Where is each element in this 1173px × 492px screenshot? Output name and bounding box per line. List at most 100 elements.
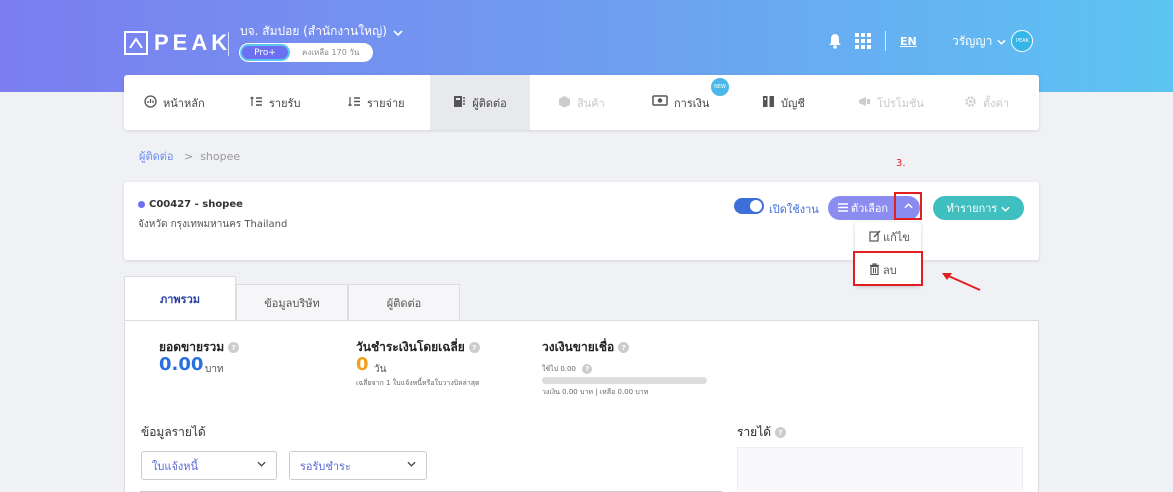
company-name: บจ. สัมปอย (สำนักงานใหญ่) xyxy=(240,24,387,38)
delete-highlight: ลบ xyxy=(853,251,923,286)
revenue-label: รายได้ ? xyxy=(737,423,787,442)
new-badge: NEW xyxy=(711,78,729,96)
nav-item-expense[interactable]: รายจ่าย xyxy=(348,75,405,130)
menu-item-edit[interactable]: แก้ไข xyxy=(869,228,910,246)
breadcrumb-current: shopee xyxy=(200,150,241,163)
menu-item-label: แก้ไข xyxy=(883,231,910,244)
help-icon[interactable]: ? xyxy=(228,342,240,353)
peak-logo[interactable]: PEAK xyxy=(124,30,231,56)
avg-days-value: 0 xyxy=(356,354,369,375)
days-left: คงเหลือ 170 วัน xyxy=(302,48,360,57)
user-menu[interactable]: วรัญญา PEAK xyxy=(952,30,1034,52)
payment-status-select[interactable]: รอรับชำระ xyxy=(289,451,427,480)
avg-days-unit: วัน xyxy=(374,364,387,375)
chevron-down-icon xyxy=(257,460,266,470)
logo-text: PEAK xyxy=(154,30,232,55)
document-type-select[interactable]: ใบแจ้งหนี้ xyxy=(141,451,277,480)
menu-item-label: ลบ xyxy=(883,264,897,277)
nav-label: หน้าหลัก xyxy=(163,96,205,110)
help-icon[interactable]: ? xyxy=(468,342,480,353)
contact-title: C00427 - shopee xyxy=(138,199,243,210)
total-sales-unit: บาท xyxy=(205,364,224,375)
book-icon xyxy=(762,95,775,111)
options-label: ตัวเลือก xyxy=(851,202,889,215)
chevron-down-icon xyxy=(407,460,416,470)
credit-progress-bar xyxy=(542,377,707,384)
action-label: ทำรายการ xyxy=(946,202,998,215)
nav-item-contacts[interactable]: ผู้ติดต่อ xyxy=(430,75,530,130)
breadcrumb: ผู้ติดต่อ > shopee xyxy=(139,147,240,165)
contacts-icon xyxy=(453,95,466,111)
dashboard-icon xyxy=(144,94,157,111)
nav-item-income[interactable]: รายรับ xyxy=(250,75,300,130)
active-toggle[interactable] xyxy=(734,198,764,214)
nav-item-settings[interactable]: ตั้งค่า xyxy=(964,75,1009,130)
company-selector[interactable]: บจ. สัมปอย (สำนักงานใหญ่) xyxy=(240,22,403,41)
income-section-title: ข้อมูลรายได้ xyxy=(141,425,206,439)
plan-badge: Pro+ xyxy=(240,44,290,61)
avatar: PEAK xyxy=(1011,30,1034,52)
user-name: วรัญญา xyxy=(952,33,993,48)
active-toggle-label: เปิดใช้งาน xyxy=(769,203,819,216)
credit-used: ใช้ไป 0.00 ? xyxy=(542,364,593,375)
nav-item-home[interactable]: หน้าหลัก xyxy=(144,75,205,130)
credit-note: วงเงิน 0.00 บาท | เหลือ 0.00 บาท xyxy=(542,388,649,396)
nav-label: ตั้งค่า xyxy=(983,96,1010,110)
trash-icon xyxy=(869,262,880,278)
stat-title: รายได้ xyxy=(737,425,772,439)
product-icon xyxy=(558,95,571,111)
breadcrumb-parent[interactable]: ผู้ติดต่อ xyxy=(139,150,173,163)
select-value: รอรับชำระ xyxy=(300,459,351,473)
breadcrumb-sep: > xyxy=(183,150,194,163)
avg-days-note: เฉลี่ยจาก 1 ใบแจ้งหนี้หรือใบวางบิลล่าสุด xyxy=(356,379,480,387)
select-value: ใบแจ้งหนี้ xyxy=(152,459,199,473)
menu-icon xyxy=(838,202,848,215)
tab-contacts[interactable]: ผู้ติดต่อ xyxy=(348,284,460,321)
options-toggle-highlight[interactable] xyxy=(894,192,922,220)
help-icon[interactable]: ? xyxy=(582,364,593,374)
pointer-arrow-icon xyxy=(938,268,984,298)
nav-item-promotions[interactable]: โปรโมชั่น xyxy=(858,75,924,130)
edit-icon xyxy=(869,230,881,245)
status-dot xyxy=(138,201,145,208)
revenue-chart-area xyxy=(737,447,1023,492)
menu-item-delete[interactable]: ลบ xyxy=(869,261,897,279)
step-annotation: 3. xyxy=(896,158,906,169)
logo-mark-icon xyxy=(124,31,148,55)
stat-title: วันชำระเงินโดยเฉลี่ย xyxy=(356,340,465,354)
main-nav: หน้าหลัก รายรับ รายจ่าย ผู้ติดต่อ สินค้า… xyxy=(124,75,1039,130)
apps-grid-icon[interactable] xyxy=(855,30,871,52)
nav-label: ผู้ติดต่อ xyxy=(472,96,507,110)
expense-icon xyxy=(348,95,361,111)
options-dropdown: แก้ไข ลบ xyxy=(853,222,923,286)
plan-pill: Pro+ คงเหลือ 170 วัน xyxy=(239,43,373,62)
tab-overview[interactable]: ภาพรวม xyxy=(124,276,236,321)
contact-address: จังหวัด กรุงเทพมหานคร Thailand xyxy=(138,219,288,230)
language-switch[interactable]: EN xyxy=(900,30,917,52)
nav-item-finance[interactable]: การเงิน xyxy=(652,75,709,130)
income-icon xyxy=(250,95,263,111)
nav-label: การเงิน xyxy=(674,96,710,110)
bell-icon[interactable] xyxy=(828,30,842,52)
nav-label: บัญชี xyxy=(781,96,805,110)
avg-days-label: วันชำระเงินโดยเฉลี่ย ? xyxy=(356,338,480,357)
overview-panel: ยอดขายรวม ? 0.00 บาท วันชำระเงินโดยเฉลี่… xyxy=(124,320,1039,492)
money-icon xyxy=(652,95,668,110)
nav-item-products[interactable]: สินค้า xyxy=(558,75,605,130)
action-button[interactable]: ทำรายการ xyxy=(933,196,1024,220)
contact-code-name: C00427 - shopee xyxy=(149,199,243,210)
header-divider-2 xyxy=(885,31,886,51)
chevron-down-icon xyxy=(393,25,403,39)
total-sales-value: 0.00 xyxy=(159,354,204,375)
credit-used-text: ใช้ไป 0.00 xyxy=(542,365,576,373)
credit-label: วงเงินขายเชื่อ ? xyxy=(542,338,630,357)
help-icon[interactable]: ? xyxy=(775,427,787,438)
tab-company-info[interactable]: ข้อมูลบริษัท xyxy=(236,284,348,321)
nav-label: รายรับ xyxy=(269,96,301,110)
nav-item-accounting[interactable]: บัญชี xyxy=(762,75,805,130)
nav-label: โปรโมชั่น xyxy=(877,96,924,110)
stat-title: วงเงินขายเชื่อ xyxy=(542,340,615,354)
help-icon[interactable]: ? xyxy=(618,342,630,353)
promo-icon xyxy=(858,95,871,111)
chevron-up-icon xyxy=(903,201,913,212)
